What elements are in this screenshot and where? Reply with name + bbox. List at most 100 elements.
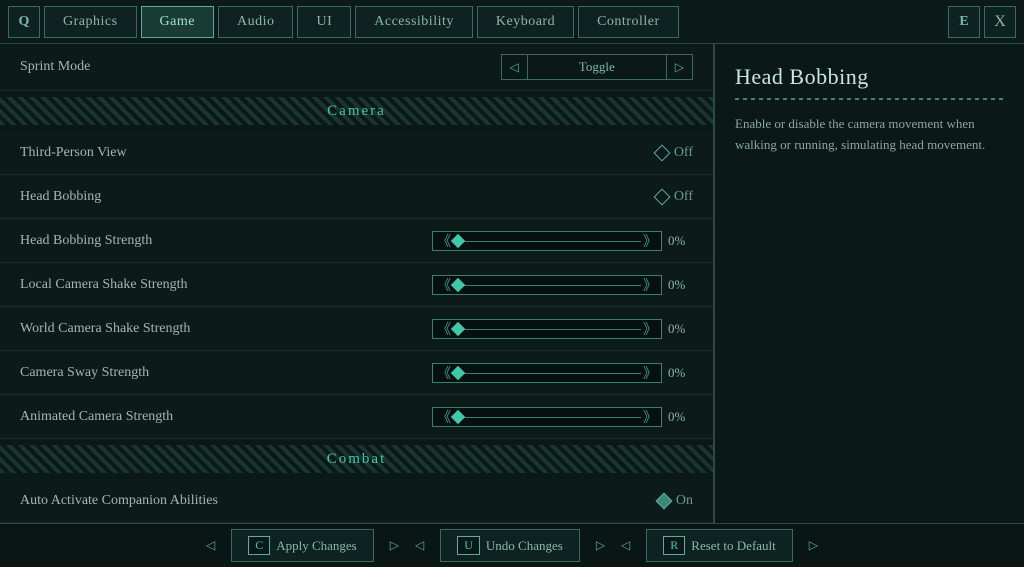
head-bobbing-strength-row: Head Bobbing Strength 《 》 0% <box>0 219 713 263</box>
sprint-arrow-left[interactable]: ◁ <box>502 56 527 79</box>
local-camera-shake-slider[interactable]: 《 》 <box>432 275 662 295</box>
animated-camera-row: Animated Camera Strength 《 》 0% <box>0 395 713 439</box>
world-camera-shake-row: World Camera Shake Strength 《 》 0% <box>0 307 713 351</box>
head-bobbing-strength-control[interactable]: 《 》 0% <box>432 231 693 251</box>
camera-sway-row: Camera Sway Strength 《 》 0% <box>0 351 713 395</box>
slider-fill <box>453 241 641 242</box>
slider-thumb-5 <box>451 409 465 423</box>
undo-arrow-left: ◁ <box>415 538 424 553</box>
animated-camera-slider[interactable]: 《 》 <box>432 407 662 427</box>
slider-fill-2 <box>453 285 641 286</box>
info-description: Enable or disable the camera movement wh… <box>735 114 1004 156</box>
slider-fill-3 <box>453 329 641 330</box>
info-panel: Head Bobbing Enable or disable the camer… <box>714 44 1024 523</box>
combat-divider-pattern: Combat <box>0 445 713 473</box>
slider-arrow-left-2[interactable]: 《 <box>437 275 451 295</box>
bottom-bar: ◁ C Apply Changes ▷ ◁ U Undo Changes ▷ ◁… <box>0 523 1024 567</box>
tab-game[interactable]: Game <box>141 6 214 38</box>
slider-thumb <box>451 233 465 247</box>
close-button[interactable]: X <box>984 6 1016 38</box>
slider-fill-5 <box>453 417 641 418</box>
apply-arrow-right: ▷ <box>390 538 399 553</box>
head-bobbing-control[interactable]: Off <box>656 189 693 205</box>
companion-abilities-control[interactable]: On <box>658 493 693 509</box>
combat-section-label: Combat <box>307 451 407 468</box>
tab-graphics[interactable]: Graphics <box>44 6 137 38</box>
apply-arrow-left: ◁ <box>206 538 215 553</box>
slider-arrow-right[interactable]: 》 <box>643 231 657 251</box>
companion-abilities-value: On <box>676 493 693 509</box>
sprint-arrow-right[interactable]: ▷ <box>667 56 692 79</box>
info-title: Head Bobbing <box>735 64 1004 90</box>
main-content: Sprint Mode ◁ Toggle ▷ Camera Third-Pers… <box>0 44 1024 523</box>
reset-to-default-button[interactable]: R Reset to Default <box>646 529 793 562</box>
world-camera-shake-slider[interactable]: 《 》 <box>432 319 662 339</box>
camera-section-label: Camera <box>307 103 406 120</box>
slider-arrow-right-2[interactable]: 》 <box>643 275 657 295</box>
head-bobbing-strength-slider[interactable]: 《 》 <box>432 231 662 251</box>
nav-corner-left: Q <box>8 6 40 38</box>
head-bobbing-strength-value: 0% <box>668 233 693 249</box>
tab-controller[interactable]: Controller <box>578 6 679 38</box>
local-camera-shake-control[interactable]: 《 》 0% <box>432 275 693 295</box>
third-person-view-diamond <box>653 144 670 161</box>
slider-arrow-right-3[interactable]: 》 <box>643 319 657 339</box>
companion-abilities-diamond <box>655 492 672 509</box>
camera-sway-value: 0% <box>668 365 693 381</box>
slider-arrow-right-5[interactable]: 》 <box>643 407 657 427</box>
third-person-view-label: Third-Person View <box>20 145 656 161</box>
third-person-view-value: Off <box>674 145 693 161</box>
sprint-toggle[interactable]: ◁ Toggle ▷ <box>501 54 693 80</box>
companion-abilities-row: Auto Activate Companion Abilities On <box>0 479 713 523</box>
third-person-view-row: Third-Person View Off <box>0 131 713 175</box>
tab-accessibility[interactable]: Accessibility <box>355 6 473 38</box>
local-camera-shake-label: Local Camera Shake Strength <box>20 277 432 293</box>
third-person-view-control[interactable]: Off <box>656 145 693 161</box>
world-camera-shake-value: 0% <box>668 321 693 337</box>
reset-key: R <box>663 536 685 555</box>
undo-label: Undo Changes <box>486 538 563 554</box>
camera-sway-control[interactable]: 《 》 0% <box>432 363 693 383</box>
undo-changes-button[interactable]: U Undo Changes <box>440 529 580 562</box>
slider-arrow-left[interactable]: 《 <box>437 231 451 251</box>
combat-section-divider: Combat <box>0 439 713 479</box>
slider-arrow-left-4[interactable]: 《 <box>437 363 451 383</box>
top-nav: Q Graphics Game Audio UI Accessibility K… <box>0 0 1024 44</box>
camera-sway-label: Camera Sway Strength <box>20 365 432 381</box>
animated-camera-value: 0% <box>668 409 693 425</box>
slider-arrow-right-4[interactable]: 》 <box>643 363 657 383</box>
nav-corner-right: E <box>948 6 980 38</box>
local-camera-shake-value: 0% <box>668 277 693 293</box>
local-camera-shake-row: Local Camera Shake Strength 《 》 0% <box>0 263 713 307</box>
companion-abilities-label: Auto Activate Companion Abilities <box>20 493 658 509</box>
head-bobbing-strength-label: Head Bobbing Strength <box>20 233 432 249</box>
head-bobbing-row: Head Bobbing Off <box>0 175 713 219</box>
head-bobbing-value: Off <box>674 189 693 205</box>
tab-ui[interactable]: UI <box>297 6 351 38</box>
apply-label: Apply Changes <box>276 538 357 554</box>
sprint-value: Toggle <box>527 55 667 79</box>
undo-key: U <box>457 536 480 555</box>
head-bobbing-label: Head Bobbing <box>20 189 656 205</box>
slider-fill-4 <box>453 373 641 374</box>
sprint-mode-row: Sprint Mode ◁ Toggle ▷ <box>0 44 713 91</box>
sprint-mode-label: Sprint Mode <box>20 59 501 75</box>
tab-keyboard[interactable]: Keyboard <box>477 6 574 38</box>
reset-arrow-right: ▷ <box>809 538 818 553</box>
undo-arrow-right: ▷ <box>596 538 605 553</box>
sprint-mode-control[interactable]: ◁ Toggle ▷ <box>501 54 693 80</box>
slider-thumb-2 <box>451 277 465 291</box>
world-camera-shake-control[interactable]: 《 》 0% <box>432 319 693 339</box>
apply-changes-button[interactable]: C Apply Changes <box>231 529 374 562</box>
slider-arrow-left-3[interactable]: 《 <box>437 319 451 339</box>
animated-camera-label: Animated Camera Strength <box>20 409 432 425</box>
slider-arrow-left-5[interactable]: 《 <box>437 407 451 427</box>
tab-audio[interactable]: Audio <box>218 6 294 38</box>
reset-arrow-left: ◁ <box>621 538 630 553</box>
head-bobbing-diamond <box>653 188 670 205</box>
camera-sway-slider[interactable]: 《 》 <box>432 363 662 383</box>
camera-divider-pattern: Camera <box>0 97 713 125</box>
animated-camera-control[interactable]: 《 》 0% <box>432 407 693 427</box>
apply-key: C <box>248 536 270 555</box>
camera-section-divider: Camera <box>0 91 713 131</box>
